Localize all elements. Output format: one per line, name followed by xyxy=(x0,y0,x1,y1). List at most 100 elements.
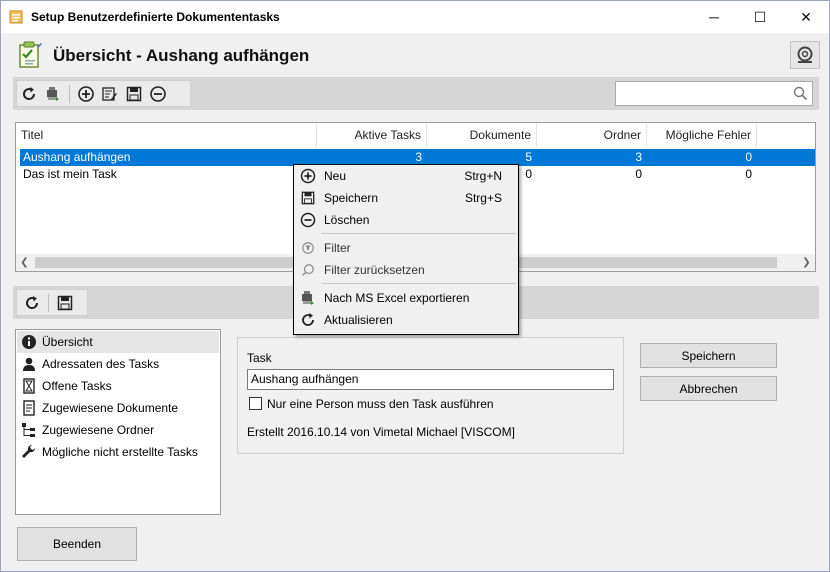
cancel-button[interactable]: Abbrechen xyxy=(640,376,777,401)
menu-item-loeschen[interactable]: Löschen xyxy=(296,209,516,231)
help-button[interactable] xyxy=(790,41,820,69)
page-title: Übersicht - Aushang aufhängen xyxy=(53,46,310,65)
cell-fehler: 0 xyxy=(745,150,752,164)
toolbar-separator xyxy=(48,293,49,312)
refresh-icon xyxy=(302,313,314,326)
nav-item-label: Offene Tasks xyxy=(42,379,112,393)
menu-item-filter-zuruecksetzen[interactable]: Filter zurücksetzen xyxy=(296,259,516,281)
save-icon xyxy=(126,86,142,101)
menu-item-aktualisieren[interactable]: Aktualisieren xyxy=(296,309,516,331)
save-task-button[interactable]: Speichern xyxy=(640,343,777,368)
search-icon[interactable] xyxy=(793,86,808,101)
nav-item-moegliche-tasks[interactable]: Mögliche nicht erstellte Tasks xyxy=(17,441,219,463)
toolbar-group xyxy=(16,80,191,107)
nav-item-zugewiesene-ordner[interactable]: Zugewiesene Ordner xyxy=(17,419,219,441)
menu-item-label: Nach MS Excel exportieren xyxy=(324,291,470,305)
menu-item-label: Löschen xyxy=(324,213,370,227)
lifebuoy-icon xyxy=(797,46,813,63)
refresh-button[interactable] xyxy=(17,82,41,106)
menu-item-neu[interactable]: Neu Strg+N xyxy=(296,165,516,187)
filter-icon xyxy=(302,242,314,254)
nav-item-label: Adressaten des Tasks xyxy=(42,357,160,371)
nav-item-label: Zugewiesene Ordner xyxy=(42,423,155,437)
scroll-left-icon[interactable]: ❮ xyxy=(16,254,33,271)
menu-item-label: Neu xyxy=(324,169,347,183)
menu-separator xyxy=(322,233,516,234)
cell-fehler: 0 xyxy=(745,167,752,181)
nav-item-offene-tasks[interactable]: Offene Tasks xyxy=(17,375,219,397)
column-header-dokumente[interactable]: Dokumente xyxy=(427,123,537,147)
minimize-button[interactable]: ─ xyxy=(691,1,737,33)
refresh-icon xyxy=(26,295,39,309)
wrench-icon xyxy=(22,444,36,458)
menu-item-speichern[interactable]: Speichern Strg+S xyxy=(296,187,516,209)
context-menu: Neu Strg+N Speichern Strg+S Löschen Filt… xyxy=(293,164,519,335)
column-header-moegliche-fehler[interactable]: Mögliche Fehler xyxy=(647,123,757,147)
delete-button[interactable] xyxy=(146,82,170,106)
hourglass-icon xyxy=(23,378,35,394)
column-header-ordner[interactable]: Ordner xyxy=(537,123,647,147)
plus-circle-icon xyxy=(78,85,94,102)
edit-button[interactable] xyxy=(98,82,122,106)
toolbar-group xyxy=(16,289,88,316)
menu-item-label: Speichern xyxy=(324,191,379,205)
column-header-titel[interactable]: Titel xyxy=(16,123,317,147)
menu-item-shortcut: Strg+S xyxy=(464,191,502,205)
menu-item-shortcut: Strg+N xyxy=(464,169,502,183)
nav-item-adressaten[interactable]: Adressaten des Tasks xyxy=(17,353,219,375)
window-title: Setup Benutzerdefinierte Dokumententasks xyxy=(31,10,280,24)
created-info: Erstellt 2016.10.14 von Vimetal Michael … xyxy=(247,425,515,439)
menu-item-label: Filter xyxy=(324,241,351,255)
scroll-right-icon[interactable]: ❯ xyxy=(798,254,815,271)
cell-ordner: 3 xyxy=(635,150,642,164)
task-label: Task xyxy=(247,351,272,365)
close-dialog-button[interactable]: Beenden xyxy=(17,527,137,561)
excel-export-button[interactable] xyxy=(41,82,65,106)
menu-item-label: Filter zurücksetzen xyxy=(324,263,425,277)
checklist-icon xyxy=(19,41,42,68)
detail-navigation: Übersicht Adressaten des Tasks Offene Ta… xyxy=(15,329,221,515)
search-icon xyxy=(302,264,314,276)
save-detail-button[interactable] xyxy=(53,291,77,315)
refresh-icon xyxy=(23,86,36,100)
plus-circle-icon xyxy=(300,168,316,184)
search-input[interactable] xyxy=(615,81,813,106)
refresh-detail-button[interactable] xyxy=(20,291,44,315)
folder-tree-icon xyxy=(22,423,35,437)
menu-item-excel-export[interactable]: Nach MS Excel exportieren xyxy=(296,287,516,309)
save-icon xyxy=(301,191,315,205)
nav-item-uebersicht[interactable]: Übersicht xyxy=(17,331,219,353)
menu-separator xyxy=(322,283,516,284)
minus-circle-icon xyxy=(150,85,166,102)
save-button[interactable] xyxy=(122,82,146,106)
excel-export-icon xyxy=(47,86,59,101)
excel-export-icon xyxy=(302,291,314,305)
grid-header: Titel Aktive Tasks Dokumente Ordner Mögl… xyxy=(16,123,815,147)
document-icon xyxy=(23,400,35,416)
nav-item-zugewiesene-dokumente[interactable]: Zugewiesene Dokumente xyxy=(17,397,219,419)
cell-titel: Das ist mein Task xyxy=(23,167,117,181)
task-name-input[interactable]: Aushang aufhängen xyxy=(247,369,614,390)
cell-titel: Aushang aufhängen xyxy=(23,150,131,164)
close-window-button[interactable]: ✕ xyxy=(783,1,829,33)
title-bar: Setup Benutzerdefinierte Dokumententasks… xyxy=(1,1,829,33)
add-button[interactable] xyxy=(74,82,98,106)
maximize-button[interactable]: ☐ xyxy=(737,1,783,33)
single-person-checkbox-label[interactable]: Nur eine Person muss den Task ausführen xyxy=(267,397,494,411)
person-icon xyxy=(23,357,35,371)
save-icon xyxy=(57,295,73,310)
app-icon xyxy=(9,10,23,24)
nav-item-label: Zugewiesene Dokumente xyxy=(42,401,179,415)
minus-circle-icon xyxy=(300,212,316,228)
nav-item-label: Übersicht xyxy=(42,335,93,349)
edit-list-icon xyxy=(102,86,117,101)
info-icon xyxy=(22,335,36,349)
menu-item-filter[interactable]: Filter xyxy=(296,237,516,259)
column-header-aktive-tasks[interactable]: Aktive Tasks xyxy=(317,123,427,147)
single-person-checkbox[interactable] xyxy=(249,397,262,410)
app-window: Setup Benutzerdefinierte Dokumententasks… xyxy=(0,0,830,572)
toolbar-separator xyxy=(69,84,70,103)
menu-item-label: Aktualisieren xyxy=(324,313,393,327)
cell-ordner: 0 xyxy=(635,167,642,181)
nav-item-label: Mögliche nicht erstellte Tasks xyxy=(42,445,198,459)
